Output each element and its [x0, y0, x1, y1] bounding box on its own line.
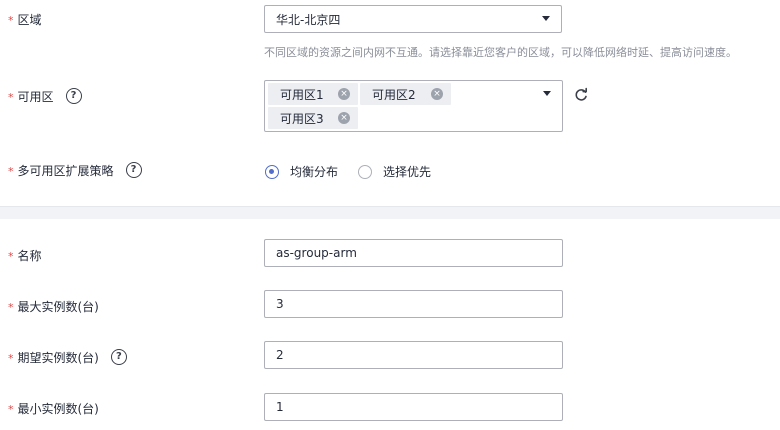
- max-label-text: 最大实例数(台): [17, 299, 99, 314]
- region-label-text: 区域: [17, 12, 42, 27]
- az-chip: 可用区2 ×: [360, 83, 451, 105]
- name-label: * 名称: [8, 245, 42, 265]
- location-section: * 区域 华北-北京四 不同区域的资源之间内网不互通。请选择靠近您客户的区域，可…: [0, 0, 780, 206]
- region-select-value: 华北-北京四: [276, 12, 341, 27]
- region-hint: 不同区域的资源之间内网不互通。请选择靠近您客户的区域，可以降低网络时延、提高访问…: [264, 46, 737, 59]
- radio-balanced[interactable]: 均衡分布: [265, 163, 338, 180]
- name-input-value: as-group-arm: [276, 246, 357, 260]
- required-star-icon: *: [8, 13, 14, 27]
- az-chip: 可用区3 ×: [268, 107, 358, 129]
- expected-label: * 期望实例数(台) ?: [8, 347, 127, 367]
- policy-label: * 多可用区扩展策略 ?: [8, 160, 142, 180]
- required-star-icon: *: [8, 249, 14, 263]
- refresh-icon[interactable]: [573, 87, 589, 103]
- name-label-text: 名称: [17, 248, 42, 263]
- remove-icon[interactable]: ×: [338, 88, 350, 100]
- name-input[interactable]: as-group-arm: [264, 239, 563, 267]
- max-instances-input[interactable]: 3: [264, 290, 563, 318]
- az-multiselect[interactable]: 可用区1 × 可用区2 × 可用区3 ×: [264, 80, 563, 132]
- help-icon[interactable]: ?: [125, 162, 142, 178]
- radio-priority[interactable]: 选择优先: [358, 163, 431, 180]
- min-label: * 最小实例数(台): [8, 398, 99, 418]
- az-chip-label: 可用区3: [280, 111, 324, 126]
- radio-balanced-label: 均衡分布: [290, 165, 339, 179]
- max-label: * 最大实例数(台): [8, 296, 99, 316]
- radio-unchecked-icon: [358, 164, 372, 179]
- min-instances-value: 1: [276, 400, 284, 414]
- required-star-icon: *: [8, 402, 14, 416]
- az-label-text: 可用区: [17, 89, 54, 104]
- min-label-text: 最小实例数(台): [17, 401, 99, 416]
- region-label: * 区域: [8, 9, 42, 29]
- chevron-down-icon: [542, 16, 550, 21]
- expected-instances-value: 2: [276, 348, 284, 362]
- radio-checked-icon: [265, 164, 279, 179]
- expected-instances-input[interactable]: 2: [264, 341, 563, 369]
- az-label: * 可用区 ?: [8, 86, 82, 106]
- help-icon[interactable]: ?: [110, 349, 127, 365]
- required-star-icon: *: [8, 90, 14, 104]
- region-select[interactable]: 华北-北京四: [264, 5, 562, 33]
- az-chip: 可用区1 ×: [268, 83, 358, 105]
- chevron-down-icon[interactable]: [543, 91, 551, 96]
- required-star-icon: *: [8, 351, 14, 365]
- required-star-icon: *: [8, 164, 14, 178]
- help-icon[interactable]: ?: [65, 88, 82, 104]
- group-config-section: * 名称 as-group-arm * 最大实例数(台) 3 * 期望实例数(台…: [0, 219, 780, 430]
- policy-label-text: 多可用区扩展策略: [17, 163, 114, 178]
- az-chip-label: 可用区2: [372, 87, 416, 102]
- remove-icon[interactable]: ×: [338, 112, 350, 124]
- required-star-icon: *: [8, 300, 14, 314]
- az-chip-label: 可用区1: [280, 87, 324, 102]
- expected-label-text: 期望实例数(台): [17, 350, 99, 365]
- remove-icon[interactable]: ×: [431, 88, 443, 100]
- max-instances-value: 3: [276, 297, 284, 311]
- section-divider: [0, 206, 780, 219]
- min-instances-input[interactable]: 1: [264, 393, 563, 421]
- radio-priority-label: 选择优先: [383, 165, 432, 179]
